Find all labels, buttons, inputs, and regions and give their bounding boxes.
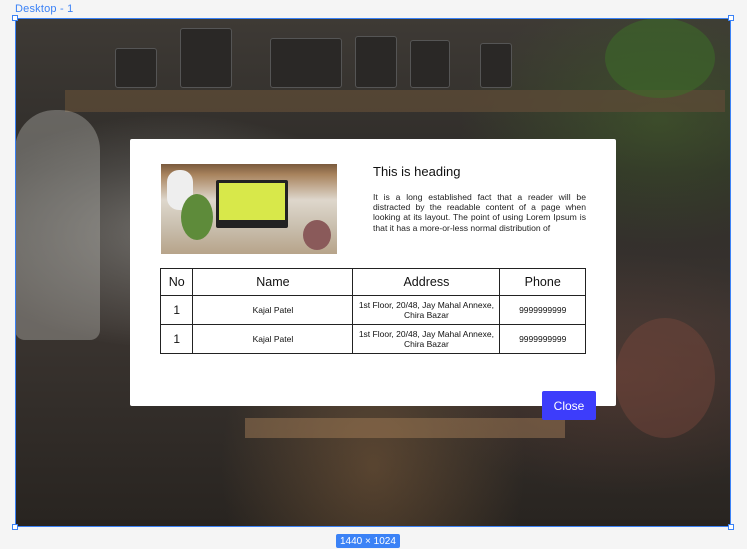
modal-heading: This is heading [373, 164, 461, 179]
cell-no: 1 [159, 295, 194, 325]
plant-shape [303, 220, 331, 250]
modal-dialog: This is heading It is a long established… [130, 139, 616, 406]
frame-name-label[interactable]: Desktop - 1 [15, 3, 73, 15]
resize-handle-top-right[interactable] [728, 15, 734, 21]
cell-name: Kajal Patel [192, 295, 354, 325]
modal-image [161, 164, 337, 254]
resize-handle-top-left[interactable] [12, 15, 18, 21]
column-header-phone: Phone [499, 268, 586, 296]
cell-address: 1st Floor, 20/48, Jay Mahal Annexe, Chir… [352, 295, 501, 325]
data-table: No Name Address Phone 1 Kajal Patel 1st … [159, 268, 586, 354]
monitor-shape [216, 180, 288, 228]
monitor-screen [219, 183, 285, 220]
table-row: 1 Kajal Patel 1st Floor, 20/48, Jay Maha… [159, 324, 586, 354]
cell-name: Kajal Patel [192, 324, 354, 354]
resize-handle-bottom-right[interactable] [728, 524, 734, 530]
table-header-row: No Name Address Phone [159, 268, 586, 296]
plant-shape [181, 194, 213, 240]
frame-size-badge: 1440 × 1024 [336, 534, 400, 548]
cell-no: 1 [159, 324, 194, 354]
column-header-name: Name [192, 268, 354, 296]
column-header-address: Address [352, 268, 501, 296]
cell-phone: 9999999999 [499, 295, 586, 325]
cell-phone: 9999999999 [499, 324, 586, 354]
column-header-no: No [159, 268, 194, 296]
table-row: 1 Kajal Patel 1st Floor, 20/48, Jay Maha… [159, 295, 586, 325]
modal-paragraph: It is a long established fact that a rea… [373, 192, 586, 233]
cell-address: 1st Floor, 20/48, Jay Mahal Annexe, Chir… [352, 324, 501, 354]
close-button[interactable]: Close [542, 391, 596, 420]
resize-handle-bottom-left[interactable] [12, 524, 18, 530]
